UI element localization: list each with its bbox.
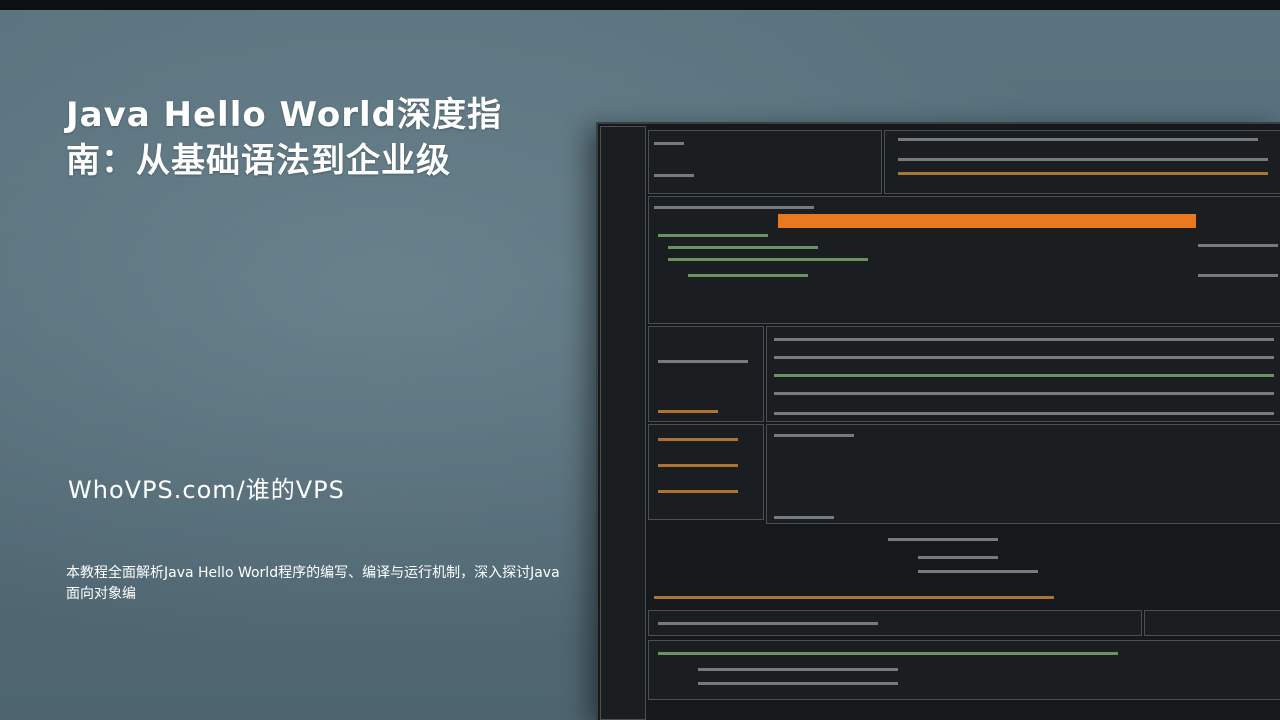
top-bar	[0, 0, 1280, 10]
article-title: Java Hello World深度指南：从基础语法到企业级	[66, 95, 502, 181]
terminal-sidebar	[600, 126, 646, 720]
highlight-bar	[778, 214, 1196, 228]
article-description: 本教程全面解析Java Hello World程序的编写、编译与运行机制，深入探…	[66, 565, 560, 602]
terminal-illustration	[596, 122, 1280, 720]
site-name: WhoVPS.com/谁的VPS	[68, 476, 345, 504]
terminal-pane	[1144, 610, 1280, 636]
terminal-pane	[648, 326, 764, 422]
terminal-pane	[766, 424, 1280, 524]
terminal-pane	[648, 130, 882, 194]
